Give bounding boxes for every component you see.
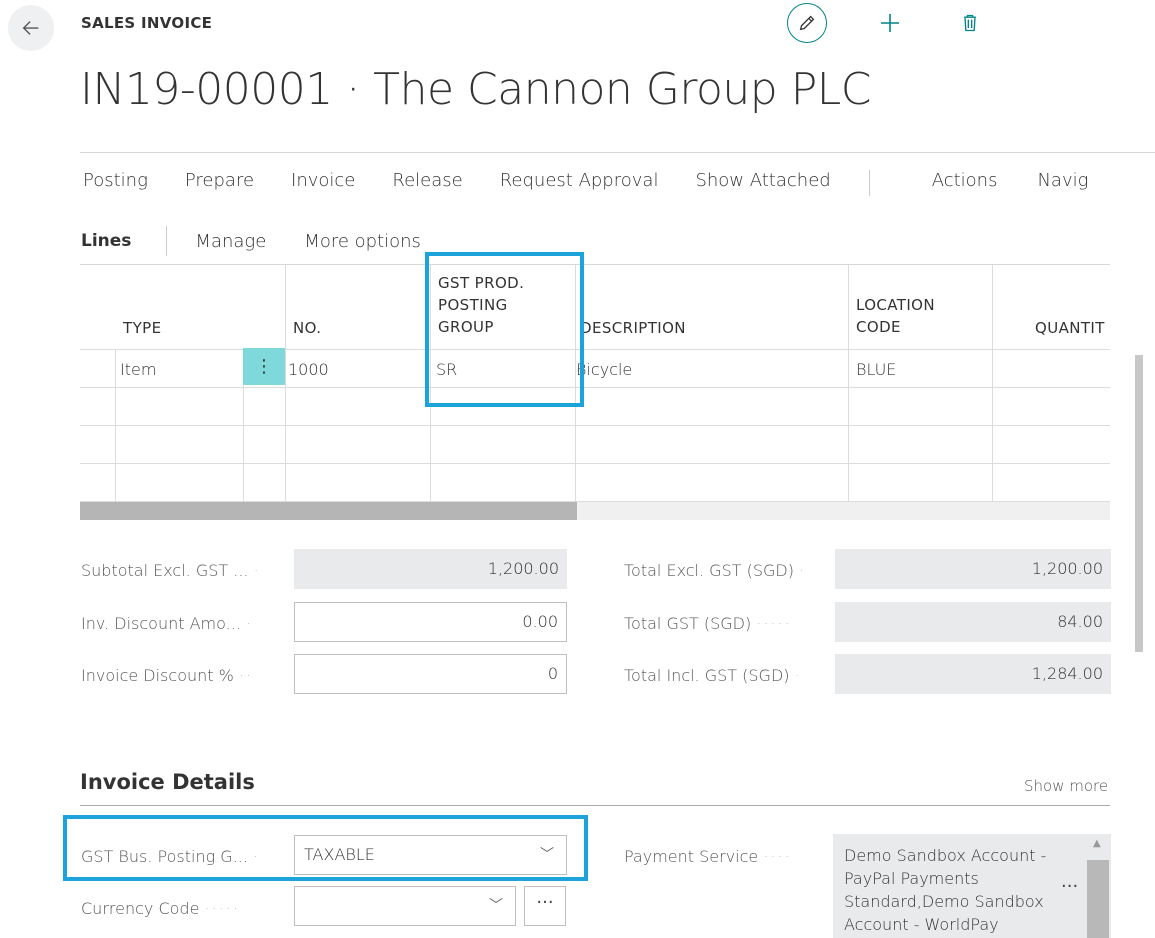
action-prepare[interactable]: Prepare — [185, 170, 254, 198]
grid-scrollbar-thumb[interactable] — [80, 502, 577, 520]
subtotal-label: Subtotal Excl. GST ... · — [81, 561, 261, 580]
total-gst-value: 84.00 — [835, 602, 1111, 642]
lines-toolbar: Lines Manage More options — [81, 226, 421, 256]
action-posting[interactable]: Posting — [83, 170, 148, 198]
new-button[interactable] — [875, 8, 905, 38]
action-separator — [868, 170, 870, 196]
grid-line — [80, 463, 1110, 464]
column-header-description[interactable]: DESCRIPTION — [580, 318, 686, 339]
currency-lookup-button[interactable]: ··· — [524, 886, 566, 926]
grid-line — [80, 349, 1110, 350]
section-title-invoice-details[interactable]: Invoice Details — [80, 770, 255, 794]
trash-icon — [964, 14, 976, 32]
payment-service-value: Demo Sandbox Account - PayPal Payments S… — [844, 846, 1047, 934]
total-excl-gst-value: 1,200.00 — [835, 549, 1111, 589]
page-title: IN19-00001 · The Cannon Group PLC — [80, 64, 871, 115]
column-header-type[interactable]: TYPE — [123, 318, 161, 339]
pencil-icon — [799, 15, 815, 31]
back-button[interactable] — [8, 5, 54, 51]
divider — [80, 152, 1155, 153]
action-invoice[interactable]: Invoice — [291, 170, 355, 198]
page-type-label: SALES INVOICE — [81, 14, 213, 32]
grid-line — [285, 265, 286, 501]
tab-more-options[interactable]: More options — [304, 231, 421, 252]
subtotal-value: 1,200.00 — [294, 549, 567, 589]
payment-service-scroll-thumb[interactable] — [1087, 860, 1109, 938]
inv-discount-amount-input[interactable]: 0.00 — [294, 602, 567, 642]
plus-icon — [881, 14, 899, 32]
scroll-up-icon[interactable]: ▲ — [1093, 838, 1101, 849]
tab-manage[interactable]: Manage — [195, 231, 266, 252]
total-incl-gst-value: 1,284.00 — [835, 654, 1111, 694]
payment-service-label: Payment Service ···· — [624, 847, 792, 866]
divider — [80, 805, 1110, 806]
grid-line — [80, 387, 1110, 388]
show-more-link[interactable]: Show more — [1024, 777, 1108, 795]
chevron-down-icon: ﹀ — [489, 898, 503, 914]
action-request-approval[interactable]: Request Approval — [500, 170, 659, 198]
gst-bus-field-highlight — [63, 815, 588, 881]
cell-description[interactable]: Bicycle — [576, 360, 632, 379]
column-header-quantity[interactable]: QUANTIT — [1035, 318, 1105, 339]
grid-line — [848, 265, 849, 501]
lines-separator — [166, 226, 168, 256]
cell-no[interactable]: 1000 — [288, 360, 329, 379]
edit-button[interactable] — [787, 3, 827, 43]
delete-button[interactable] — [955, 8, 985, 38]
gst-column-highlight — [425, 252, 584, 407]
action-release[interactable]: Release — [392, 170, 462, 198]
column-header-location-line1[interactable]: LOCATION — [856, 295, 935, 316]
column-header-no[interactable]: NO. — [293, 318, 321, 339]
invoice-discount-pct-label: Invoice Discount % ·· — [81, 666, 254, 685]
grid-line — [115, 349, 116, 501]
cell-location-code[interactable]: BLUE — [856, 360, 896, 379]
currency-code-select[interactable]: ﹀ — [294, 886, 516, 926]
total-incl-gst-label: Total Incl. GST (SGD) · — [624, 666, 802, 685]
row-menu-button[interactable]: ⋮ — [243, 348, 285, 385]
action-actions[interactable]: Actions — [932, 170, 998, 198]
invoice-discount-pct-input[interactable]: 0 — [294, 654, 567, 694]
currency-code-label: Currency Code ····· — [81, 899, 240, 918]
action-navigate[interactable]: Navig — [1037, 170, 1088, 198]
payment-lookup-button[interactable]: ··· — [1061, 876, 1078, 897]
cell-type[interactable]: Item — [120, 360, 156, 379]
column-header-location-line2[interactable]: CODE — [856, 317, 901, 338]
grid-line — [992, 265, 993, 501]
payment-service-field[interactable]: Demo Sandbox Account - PayPal Payments S… — [833, 834, 1111, 938]
tab-lines[interactable]: Lines — [81, 231, 131, 251]
arrow-left-icon — [22, 21, 39, 35]
page-vertical-scrollbar[interactable] — [1135, 355, 1143, 652]
action-show-attached[interactable]: Show Attached — [695, 170, 830, 198]
lines-grid: TYPE NO. GST PROD. POSTING GROUP DESCRIP… — [80, 265, 1110, 520]
grid-line — [80, 425, 1110, 426]
inv-discount-amount-label: Inv. Discount Amo... · — [81, 614, 254, 633]
total-gst-label: Total GST (SGD) ····· — [624, 614, 792, 633]
total-excl-gst-label: Total Excl. GST (SGD) · — [624, 561, 807, 580]
action-bar: Posting Prepare Invoice Release Request … — [83, 170, 1088, 198]
